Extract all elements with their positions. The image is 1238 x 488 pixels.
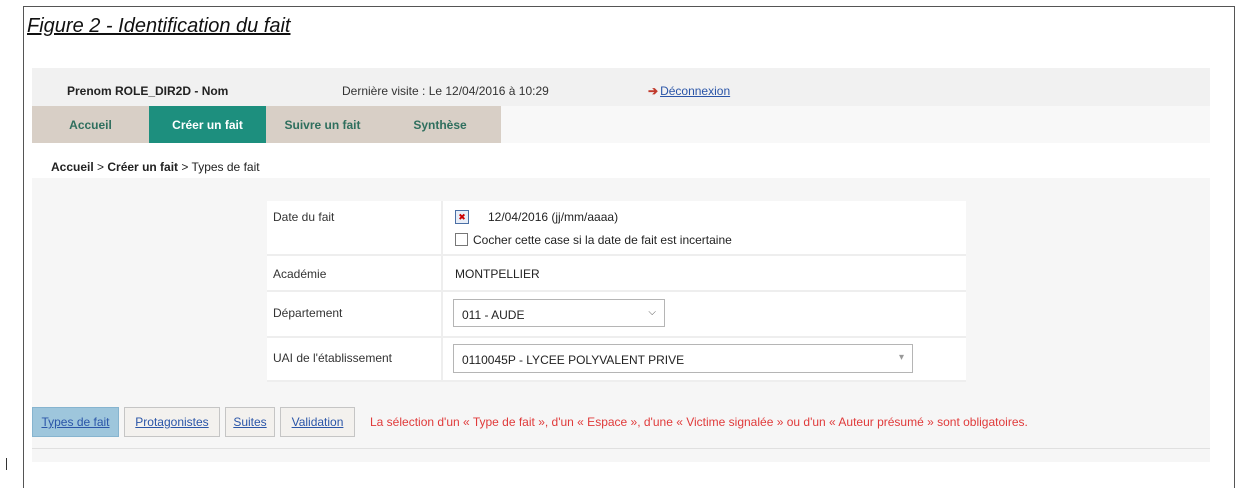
tab-creer-un-fait[interactable]: Créer un fait (149, 106, 266, 143)
mandatory-warning: La sélection d'un « Type de fait », d'un… (370, 415, 1028, 429)
tab-suivre-un-fait[interactable]: Suivre un fait (266, 106, 379, 143)
chevron-down-icon: ▾ (898, 352, 904, 363)
calendar-icon[interactable]: ✖ (455, 210, 469, 224)
logout-icon: ➔ (648, 84, 659, 98)
breadcrumb-home[interactable]: Accueil (51, 160, 94, 174)
chevron-down-icon: ⌵ (648, 307, 656, 318)
text-cursor (6, 458, 7, 470)
logout-link[interactable]: ➔ Déconnexion (648, 84, 730, 98)
uncertain-date-checkbox[interactable] (455, 233, 468, 246)
academie-value: MONTPELLIER (455, 267, 540, 281)
departement-select[interactable]: 011 - AUDE ⌵ (453, 299, 665, 327)
breadcrumb-create[interactable]: Créer un fait (107, 160, 178, 174)
tab-accueil[interactable]: Accueil (32, 106, 149, 143)
row-date: Date du fait ✖ 12/04/2016 (jj/mm/aaaa) C… (267, 201, 966, 256)
user-name: Prenom ROLE_DIR2D - Nom (67, 84, 229, 98)
uncertain-date-label: Cocher cette case si la date de fait est… (473, 233, 732, 247)
figure-caption: Figure 2 - Identification du fait (27, 15, 291, 37)
row-academie: Académie MONTPELLIER (267, 256, 966, 292)
date-value[interactable]: 12/04/2016 (jj/mm/aaaa) (488, 210, 618, 224)
step-tab-suites[interactable]: Suites (225, 407, 275, 437)
academie-value-cell: MONTPELLIER (441, 256, 966, 290)
last-visit: Dernière visite : Le 12/04/2016 à 10:29 (342, 84, 549, 98)
date-value-cell: ✖ 12/04/2016 (jj/mm/aaaa) Cocher cette c… (441, 201, 966, 254)
step-tab-protagonistes[interactable]: Protagonistes (124, 407, 220, 437)
academie-label: Académie (273, 267, 327, 281)
uai-value: 0110045P - LYCEE POLYVALENT PRIVE (462, 353, 685, 367)
breadcrumb-separator: > (178, 160, 192, 174)
app-screenshot: Prenom ROLE_DIR2D - Nom Dernière visite … (32, 68, 1210, 462)
breadcrumb-current: Types de fait (191, 160, 260, 174)
uai-select[interactable]: 0110045P - LYCEE POLYVALENT PRIVE ▾ (453, 344, 913, 373)
departement-value-cell: 011 - AUDE ⌵ (441, 292, 966, 336)
top-bar: Prenom ROLE_DIR2D - Nom Dernière visite … (32, 68, 1210, 106)
step-tabs: Types de fait Protagonistes Suites Valid… (32, 407, 1210, 443)
main-nav: Accueil Créer un fait Suivre un fait Syn… (32, 106, 1210, 143)
row-uai: UAI de l'établissement 0110045P - LYCEE … (267, 338, 966, 382)
step-tab-types-de-fait[interactable]: Types de fait (32, 407, 119, 437)
breadcrumb-separator: > (93, 160, 108, 174)
step-tab-validation[interactable]: Validation (280, 407, 355, 437)
breadcrumb: Accueil > Créer un fait > Types de fait (51, 160, 260, 174)
departement-label: Département (273, 306, 343, 320)
row-departement: Département 011 - AUDE ⌵ (267, 292, 966, 338)
departement-value: 011 - AUDE (462, 308, 525, 322)
uai-value-cell: 0110045P - LYCEE POLYVALENT PRIVE ▾ (441, 338, 966, 380)
uai-label: UAI de l'établissement (273, 351, 393, 365)
tab-synthese[interactable]: Synthèse (379, 106, 501, 143)
date-label: Date du fait (273, 210, 335, 224)
divider (32, 448, 1210, 449)
logout-label: Déconnexion (660, 84, 731, 98)
